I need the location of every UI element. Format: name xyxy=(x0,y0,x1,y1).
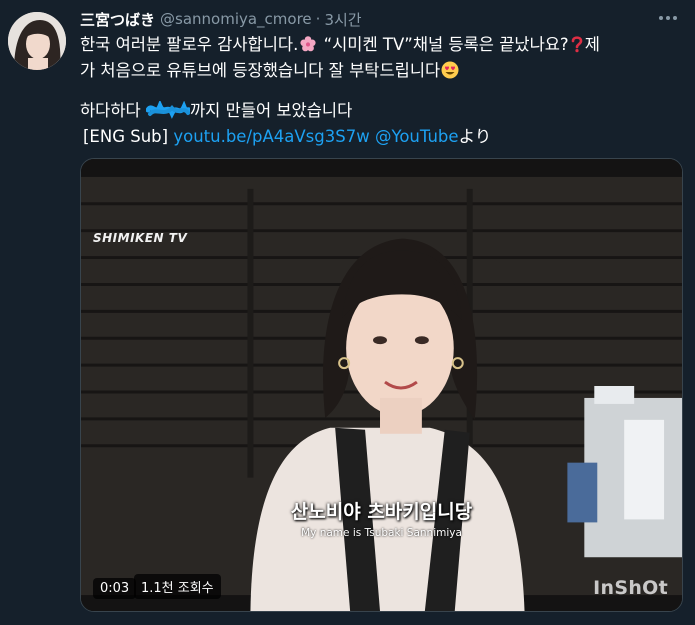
separator-dot: · xyxy=(315,10,321,28)
eng-sub-label: [ENG Sub] xyxy=(83,127,169,146)
red-question-mark-emoji-icon xyxy=(570,35,584,61)
more-options-button[interactable] xyxy=(658,10,678,26)
subtitle-english: My name is Tsubaki Sannimiya xyxy=(301,527,462,539)
video-frame xyxy=(81,159,682,611)
inshot-watermark: InShOt xyxy=(593,577,668,599)
channel-watermark: SHIMIKEN TV xyxy=(93,231,188,245)
video-player[interactable]: SHIMIKEN TV 산노비야 츠바키입니당 My name is Tsuba… xyxy=(80,158,683,612)
avatar-photo xyxy=(8,12,66,70)
text-segment: 한국 여러분 팔로우 감사합니다. xyxy=(80,35,299,54)
profile-avatar[interactable] xyxy=(8,12,66,70)
text-line-1: 한국 여러분 팔로우 감사합니다. “시미켄 TV”채널 등록은 끝났나요? 제 xyxy=(80,32,680,58)
video-duration: 0:03 xyxy=(93,578,137,599)
text-segment: 하다하다 xyxy=(80,101,141,120)
view-count: 1.1천 조회수 xyxy=(134,574,221,599)
youtube-mention[interactable]: @YouTube xyxy=(375,127,459,146)
tweet-timestamp[interactable]: 3시간 xyxy=(324,9,361,30)
more-horizontal-icon xyxy=(659,16,677,20)
smiling-face-with-heart-eyes-emoji-icon xyxy=(441,61,459,87)
text-line-2: 가 처음으로 유튜브에 등장했습니다 잘 부탁드립니다 xyxy=(80,58,680,84)
text-segment: 까지 만들어 보았습니다 xyxy=(189,101,353,120)
display-name[interactable]: 三宮つばき xyxy=(80,9,155,30)
subtitle-korean: 산노비야 츠바키입니당 xyxy=(290,501,473,523)
text-segment: “시미켄 TV”채널 등록은 끝났나요? xyxy=(318,35,569,54)
user-handle[interactable]: @sannomiya_cmore xyxy=(160,10,312,28)
text-segment: 가 처음으로 유튜브에 등장했습니다 잘 부탁드립니다 xyxy=(80,61,441,80)
text-segment: より xyxy=(458,127,492,146)
tweet-text: 한국 여러분 팔로우 감사합니다. “시미켄 TV”채널 등록은 끝났나요? 제 … xyxy=(80,32,680,150)
censor-scribble xyxy=(145,99,192,119)
text-line-3: 하다하다 까지 만들어 보았습니다 xyxy=(80,98,680,124)
tweet-header: 三宮つばき @sannomiya_cmore · 3시간 xyxy=(80,8,362,30)
youtube-link[interactable]: youtu.be/pA4aVsg3S7w xyxy=(173,127,369,146)
text-segment: 제 xyxy=(584,35,600,54)
text-line-4: [ENG Sub] youtu.be/pA4aVsg3S7w @YouTubeよ… xyxy=(80,124,680,150)
